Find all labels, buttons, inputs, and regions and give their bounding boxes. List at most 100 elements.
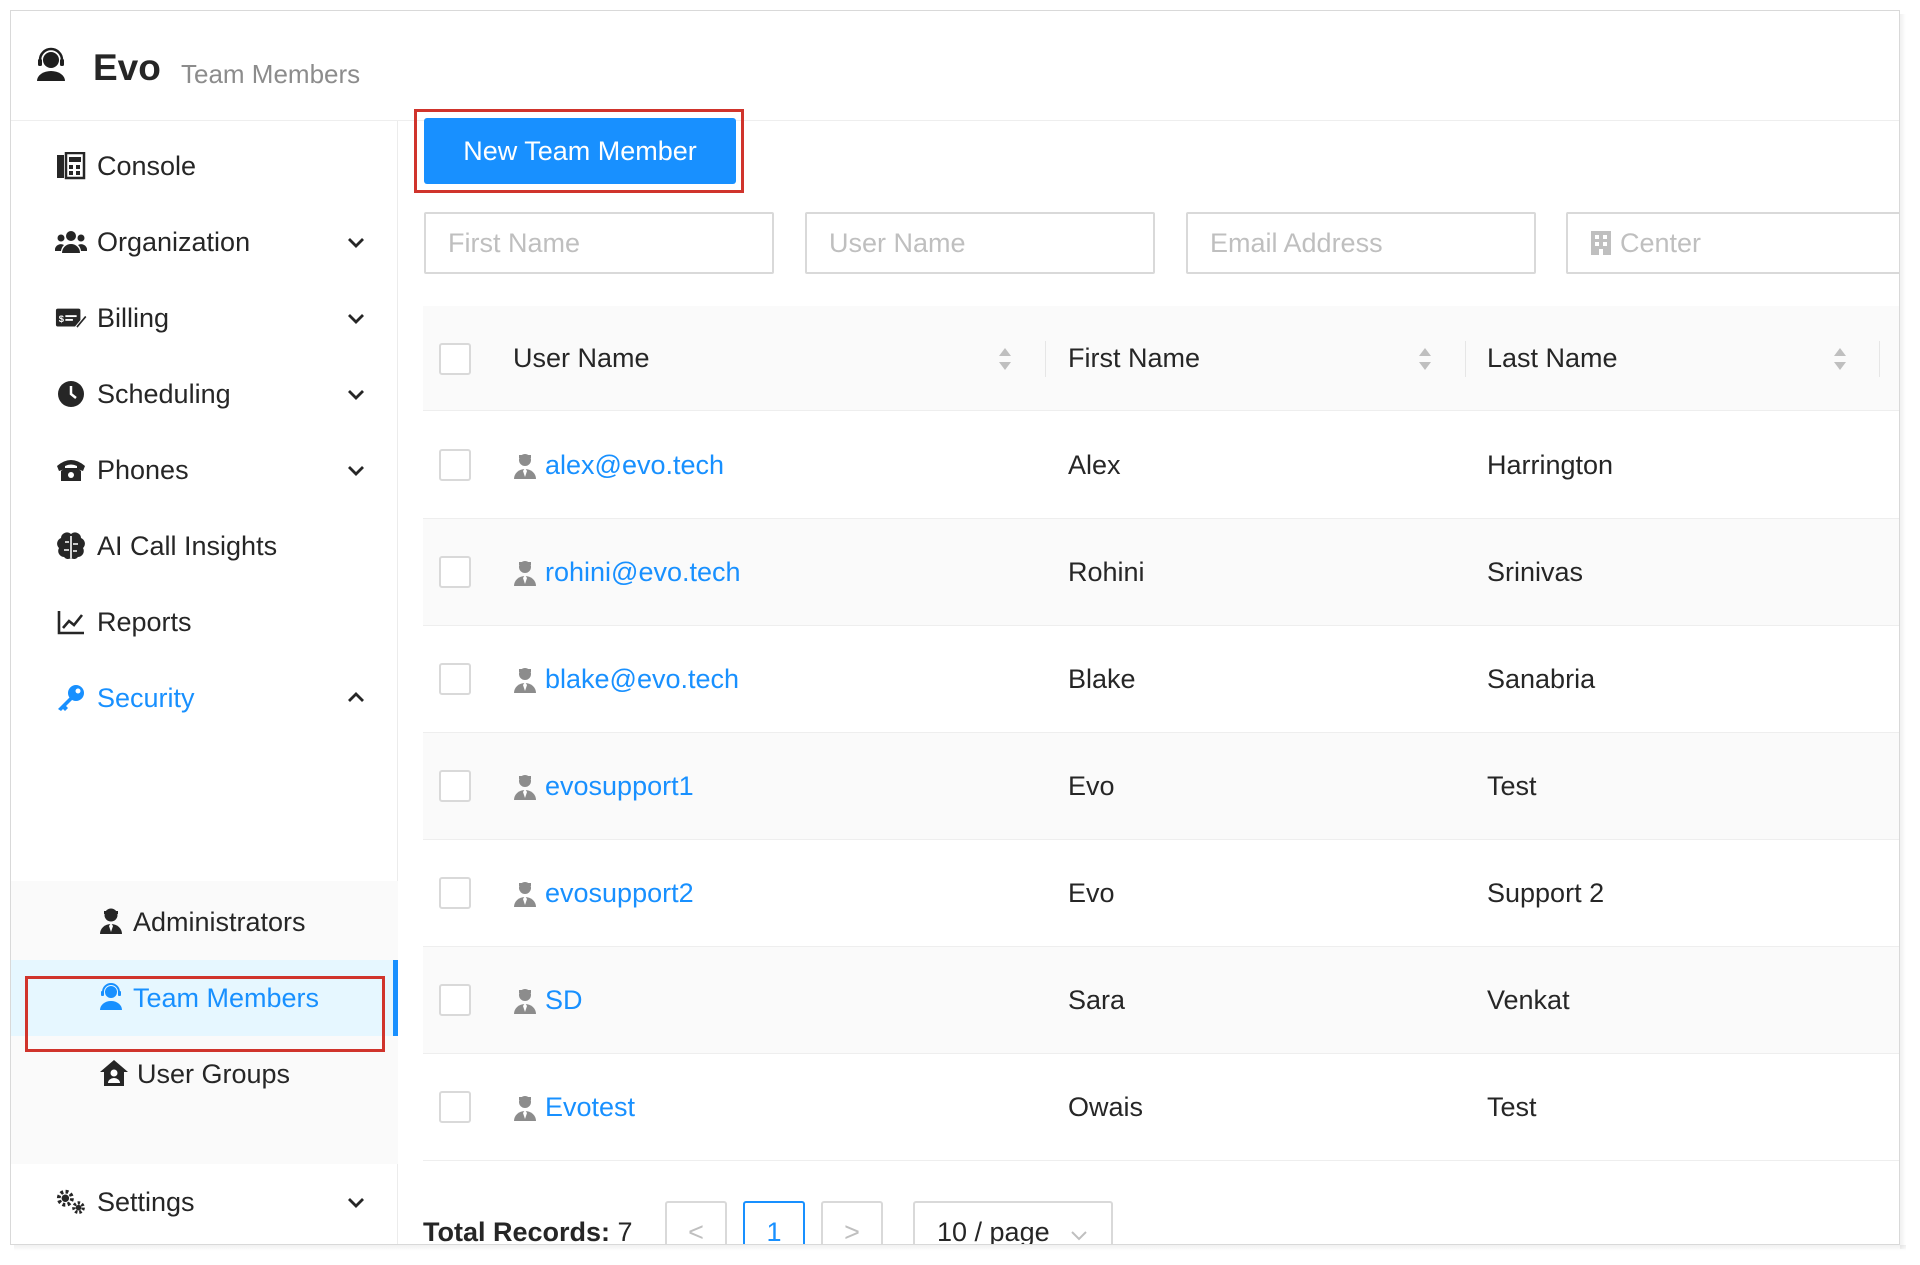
user-tie-icon	[514, 1095, 536, 1121]
user-name-text: rohini@evo.tech	[545, 557, 741, 587]
last-name-cell: Support 2	[1487, 878, 1605, 908]
last-name-cell: Srinivas	[1487, 557, 1584, 587]
user-tie-icon	[99, 907, 125, 937]
sidebar-item-label: Settings	[97, 1186, 195, 1217]
chevron-down-icon	[348, 390, 364, 400]
sidebar-item-label: Billing	[97, 302, 170, 333]
first-name-cell: Blake	[1068, 664, 1136, 694]
sort-icon[interactable]	[1832, 346, 1848, 372]
user-name-link[interactable]: rohini@evo.tech	[513, 519, 741, 626]
total-records-value: 7	[617, 1217, 633, 1245]
sidebar: Console Organization $ Billing Schedulin…	[11, 121, 398, 1244]
sidebar-item-label: User Groups	[137, 1058, 291, 1089]
user-tie-icon	[514, 774, 536, 800]
sidebar-item-ai-call-insights[interactable]: AI Call Insights	[11, 506, 398, 586]
user-name-link[interactable]: blake@evo.tech	[513, 626, 739, 733]
sort-icon[interactable]	[1417, 346, 1433, 372]
select-all-checkbox[interactable]	[439, 343, 471, 375]
user-tie-icon	[514, 667, 536, 693]
user-name-link[interactable]: evosupport2	[513, 840, 694, 947]
sidebar-item-billing[interactable]: $ Billing	[11, 278, 398, 358]
email-filter-input[interactable]	[1186, 212, 1536, 274]
user-tie-icon	[514, 881, 536, 907]
sort-icon[interactable]	[997, 346, 1013, 372]
sidebar-item-security[interactable]: Security	[11, 658, 398, 738]
first-name-cell: Sara	[1068, 985, 1126, 1015]
center-filter-select[interactable]: Center	[1566, 212, 1899, 274]
table-row: evosupport1 Evo Test	[423, 733, 1899, 840]
pagination: Total Records: 7 < 1 > 10 / page	[423, 1201, 1899, 1245]
headset-user-icon	[37, 47, 65, 81]
sidebar-item-label: Scheduling	[97, 378, 231, 409]
page-1-button[interactable]: 1	[743, 1201, 805, 1244]
sidebar-item-phones[interactable]: Phones	[11, 430, 398, 510]
sidebar-item-label: Administrators	[133, 906, 306, 937]
first-name-cell: Evo	[1068, 878, 1115, 908]
page-size-value: 10 / page	[937, 1216, 1050, 1245]
sidebar-item-label: Console	[97, 150, 197, 181]
billing-icon: $	[55, 302, 87, 334]
chevron-down-icon	[348, 1198, 364, 1208]
page-subtitle: Team Members	[181, 59, 361, 89]
last-name-cell: Test	[1487, 771, 1537, 801]
table-row: Evotest Owais Test	[423, 1054, 1899, 1161]
first-name-cell: Evo	[1068, 771, 1115, 801]
sidebar-item-scheduling[interactable]: Scheduling	[11, 354, 398, 434]
column-header-last-name[interactable]: Last Name	[1487, 306, 1618, 411]
column-header-first-name[interactable]: First Name	[1068, 306, 1200, 411]
total-records-label: Total Records:	[423, 1217, 611, 1245]
table-row: evosupport2 Evo Support 2	[423, 840, 1899, 947]
sidebar-item-label: Reports	[97, 606, 192, 637]
user-name-text: blake@evo.tech	[545, 664, 740, 694]
prev-page-button[interactable]: <	[665, 1201, 727, 1244]
clock-icon	[55, 378, 87, 410]
table-row: SD Sara Venkat	[423, 947, 1899, 1054]
sidebar-item-reports[interactable]: Reports	[11, 582, 398, 662]
column-divider	[1465, 341, 1466, 377]
sidebar-item-administrators[interactable]: Administrators	[11, 884, 398, 960]
chevron-up-icon	[348, 692, 364, 702]
chevron-down-icon	[348, 314, 364, 324]
row-checkbox[interactable]	[439, 663, 471, 695]
last-name-cell: Harrington	[1487, 450, 1614, 480]
new-team-member-button[interactable]: New Team Member	[424, 118, 736, 184]
sidebar-item-console[interactable]: Console	[11, 126, 398, 206]
app-window: Evo Team Members Console Organization $ …	[10, 10, 1900, 1245]
building-icon	[1591, 231, 1611, 255]
row-checkbox[interactable]	[439, 770, 471, 802]
table-header: User Name First Name Last Name	[423, 306, 1899, 411]
last-name-cell: Venkat	[1487, 985, 1570, 1015]
user-name-link[interactable]: alex@evo.tech	[513, 412, 724, 519]
row-checkbox[interactable]	[439, 556, 471, 588]
page-size-select[interactable]: 10 / page	[913, 1201, 1113, 1245]
row-checkbox[interactable]	[439, 984, 471, 1016]
cogs-icon	[55, 1186, 87, 1218]
window-shadow	[1900, 14, 1906, 1249]
first-name-cell: Owais	[1068, 1092, 1144, 1122]
row-checkbox[interactable]	[439, 877, 471, 909]
user-name-link[interactable]: SD	[513, 947, 583, 1054]
user-name-link[interactable]: Evotest	[513, 1054, 635, 1161]
sidebar-item-settings[interactable]: Settings	[11, 1162, 398, 1242]
sidebar-item-label: Phones	[97, 454, 189, 485]
sidebar-item-organization[interactable]: Organization	[11, 202, 398, 282]
chart-line-icon	[55, 606, 87, 638]
app-header: Evo Team Members	[11, 11, 1899, 121]
user-name-filter-input[interactable]	[805, 212, 1155, 274]
user-name-link[interactable]: evosupport1	[513, 733, 694, 840]
sidebar-item-label: Organization	[97, 226, 251, 257]
chevron-down-icon	[1071, 1231, 1087, 1241]
first-name-filter-input[interactable]	[424, 212, 774, 274]
users-icon	[55, 226, 87, 258]
brain-icon	[55, 530, 87, 562]
column-divider	[1879, 341, 1880, 377]
next-page-button[interactable]: >	[821, 1201, 883, 1244]
column-header-user-name[interactable]: User Name	[513, 306, 650, 411]
row-checkbox[interactable]	[439, 449, 471, 481]
row-checkbox[interactable]	[439, 1091, 471, 1123]
chevron-down-icon	[348, 238, 364, 248]
last-name-cell: Sanabria	[1487, 664, 1596, 694]
user-tie-icon	[514, 560, 536, 586]
user-name-text: alex@evo.tech	[545, 450, 725, 480]
last-name-cell: Test	[1487, 1092, 1537, 1122]
